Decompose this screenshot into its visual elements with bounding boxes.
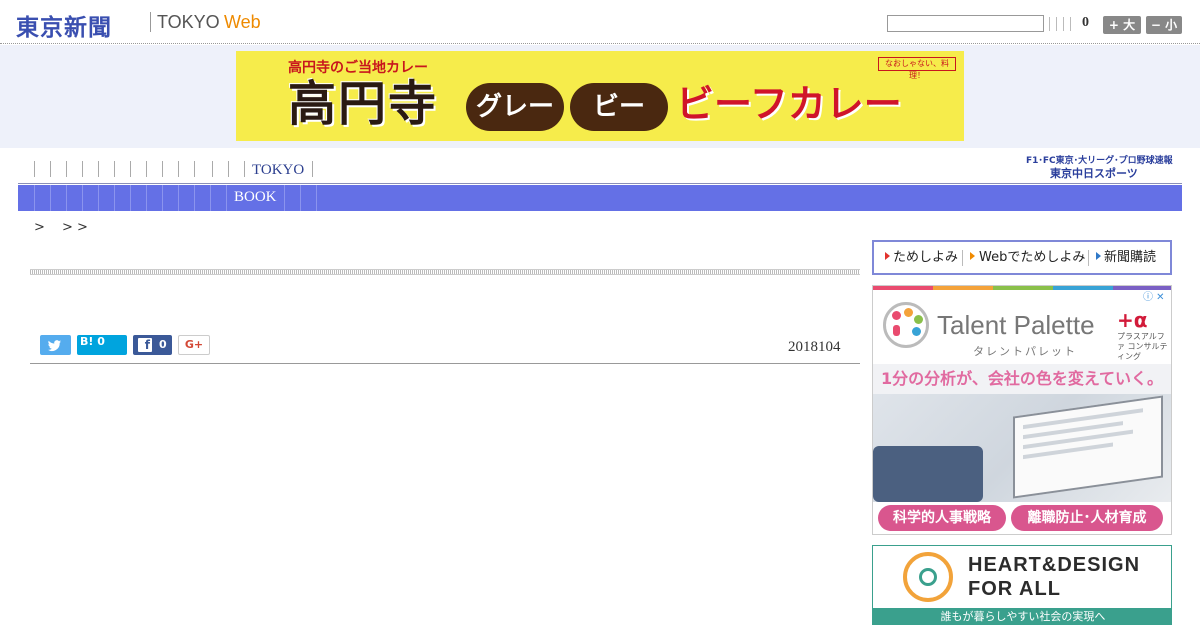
nav-divider: [34, 185, 35, 211]
header-count: 0: [1082, 15, 1089, 30]
nav-divider: [50, 161, 51, 177]
ad-pill-retention: 離職防止･人材育成: [1011, 505, 1163, 531]
article-divider: [30, 363, 860, 364]
nav-divider: [130, 185, 131, 211]
primary-nav: [18, 158, 918, 182]
nav-divider: [178, 161, 179, 177]
heart-design-ad[interactable]: HEART&DESIGN FOR ALL 誰もが暮らしやすい社会の実現へ: [872, 545, 1172, 625]
ad-info-icon[interactable]: ⓘ ✕: [1143, 288, 1165, 303]
arrow-right-icon: [885, 252, 890, 260]
web-trial-read-link[interactable]: Webでためしよみ: [979, 246, 1085, 269]
link-divider: [1088, 250, 1089, 266]
logo-divider: [150, 12, 151, 32]
nav-divider: [300, 185, 301, 211]
nav-divider: [316, 185, 317, 211]
facebook-count: 0: [159, 338, 167, 351]
nav-divider: [66, 185, 67, 211]
nav-divider: [66, 161, 67, 177]
ad-pill-strategy: 科学的人事戦略: [878, 505, 1006, 531]
nav-divider: [162, 161, 163, 177]
nav-divider: [226, 185, 227, 211]
link-divider: [962, 250, 963, 266]
nav-divider: [130, 161, 131, 177]
font-larger-button[interactable]: + 大: [1103, 16, 1141, 34]
subscribe-link[interactable]: 新聞購読: [1104, 246, 1156, 269]
ad-color-stripe: [873, 286, 1171, 290]
facebook-share-button[interactable]: f 0: [133, 335, 172, 355]
nav-divider: [178, 185, 179, 211]
facebook-icon: f: [138, 338, 152, 352]
site-name-tokyo[interactable]: TOKYO: [157, 12, 220, 33]
nav-divider: [284, 185, 285, 211]
ad-brand-kana: タレントパレット: [973, 345, 1077, 358]
ad-footer-text: 誰もが暮らしやすい社会の実現へ: [873, 608, 1171, 624]
ad-alpha-logo: +α: [1117, 308, 1148, 332]
ad-alpha-caption: プラスアルファ コンサルティング: [1117, 332, 1168, 361]
nav-divider: [98, 161, 99, 177]
tokyo-shimbun-logo[interactable]: 東京新聞: [16, 8, 112, 42]
ad-photo-arm: [873, 446, 983, 502]
nav-divider: [114, 185, 115, 211]
nav-divider: [210, 185, 211, 211]
nav-item-book[interactable]: BOOK: [234, 189, 277, 206]
nav-divider: [34, 161, 35, 177]
google-plus-share-button[interactable]: G+: [178, 335, 210, 355]
ad-subtitle: 高円寺のご当地カレー: [288, 60, 428, 76]
ad-corner-badge: なおしゃない、料理！: [878, 57, 956, 80]
nav-divider: [98, 185, 99, 211]
nav-divider: [194, 185, 195, 211]
trial-read-link[interactable]: ためしよみ: [893, 246, 958, 269]
article-date: 2018104: [788, 339, 841, 355]
nav-divider: [82, 185, 83, 211]
subscription-links: ためしよみ Webでためしよみ 新聞購読: [872, 240, 1172, 275]
curry-banner-ad[interactable]: 高円寺のご当地カレー 高円寺 グレー ビー ビーフカレー なおしゃない、料理！: [236, 51, 964, 141]
nav-divider: [194, 161, 195, 177]
nav-divider: [244, 161, 245, 177]
font-smaller-button[interactable]: − 小: [1146, 16, 1182, 34]
twitter-icon: [47, 340, 61, 352]
arrow-right-icon: [970, 252, 975, 260]
nav-divider: [82, 161, 83, 177]
ad-headline: 1分の分析が、会社の色を変えていく。: [873, 364, 1171, 394]
header-divider: [1070, 17, 1071, 31]
header-divider: [1056, 17, 1057, 31]
nav-divider: [228, 161, 229, 177]
nav-divider: [212, 161, 213, 177]
secondary-nav: [18, 185, 1182, 211]
ad-for-all: FOR ALL: [968, 578, 1061, 600]
chunichi-sports-logo[interactable]: 東京中日スポーツ: [1050, 165, 1138, 181]
twitter-share-button[interactable]: [40, 335, 71, 355]
ad-pill-bee: ビー: [570, 83, 668, 131]
article-header-rule: [30, 269, 860, 275]
header-divider: [1063, 17, 1064, 31]
nav-item-tokyo[interactable]: TOKYO: [252, 162, 304, 179]
palette-icon: [883, 302, 929, 348]
nav-divider: [114, 161, 115, 177]
ad-kanji: 高円寺: [288, 76, 439, 132]
hatena-bookmark-button[interactable]: B! 0: [77, 335, 127, 355]
nav-divider: [162, 185, 163, 211]
arrow-right-icon: [1096, 252, 1101, 260]
nav-divider: [146, 185, 147, 211]
ad-heart-design: HEART&DESIGN: [968, 554, 1141, 576]
nav-rule: [18, 183, 1182, 184]
nav-divider: [312, 161, 313, 177]
search-input[interactable]: [887, 15, 1044, 32]
breadcrumb[interactable]: > > >: [34, 216, 88, 235]
header-divider: [1049, 17, 1050, 31]
nav-divider: [50, 185, 51, 211]
ad-pill-gray: グレー: [466, 83, 564, 131]
flower-logo-icon: [903, 552, 953, 602]
ad-curry-text: ビーフカレー: [676, 82, 902, 126]
talent-palette-ad[interactable]: ⓘ ✕ Talent Palette タレントパレット +α プラスアルファ コ…: [872, 285, 1172, 535]
site-header: 東京新聞 TOKYO Web 0 + 大 − 小: [0, 0, 1200, 44]
site-name-web[interactable]: Web: [224, 12, 261, 33]
nav-divider: [146, 161, 147, 177]
ad-brand-title: Talent Palette: [937, 310, 1095, 340]
